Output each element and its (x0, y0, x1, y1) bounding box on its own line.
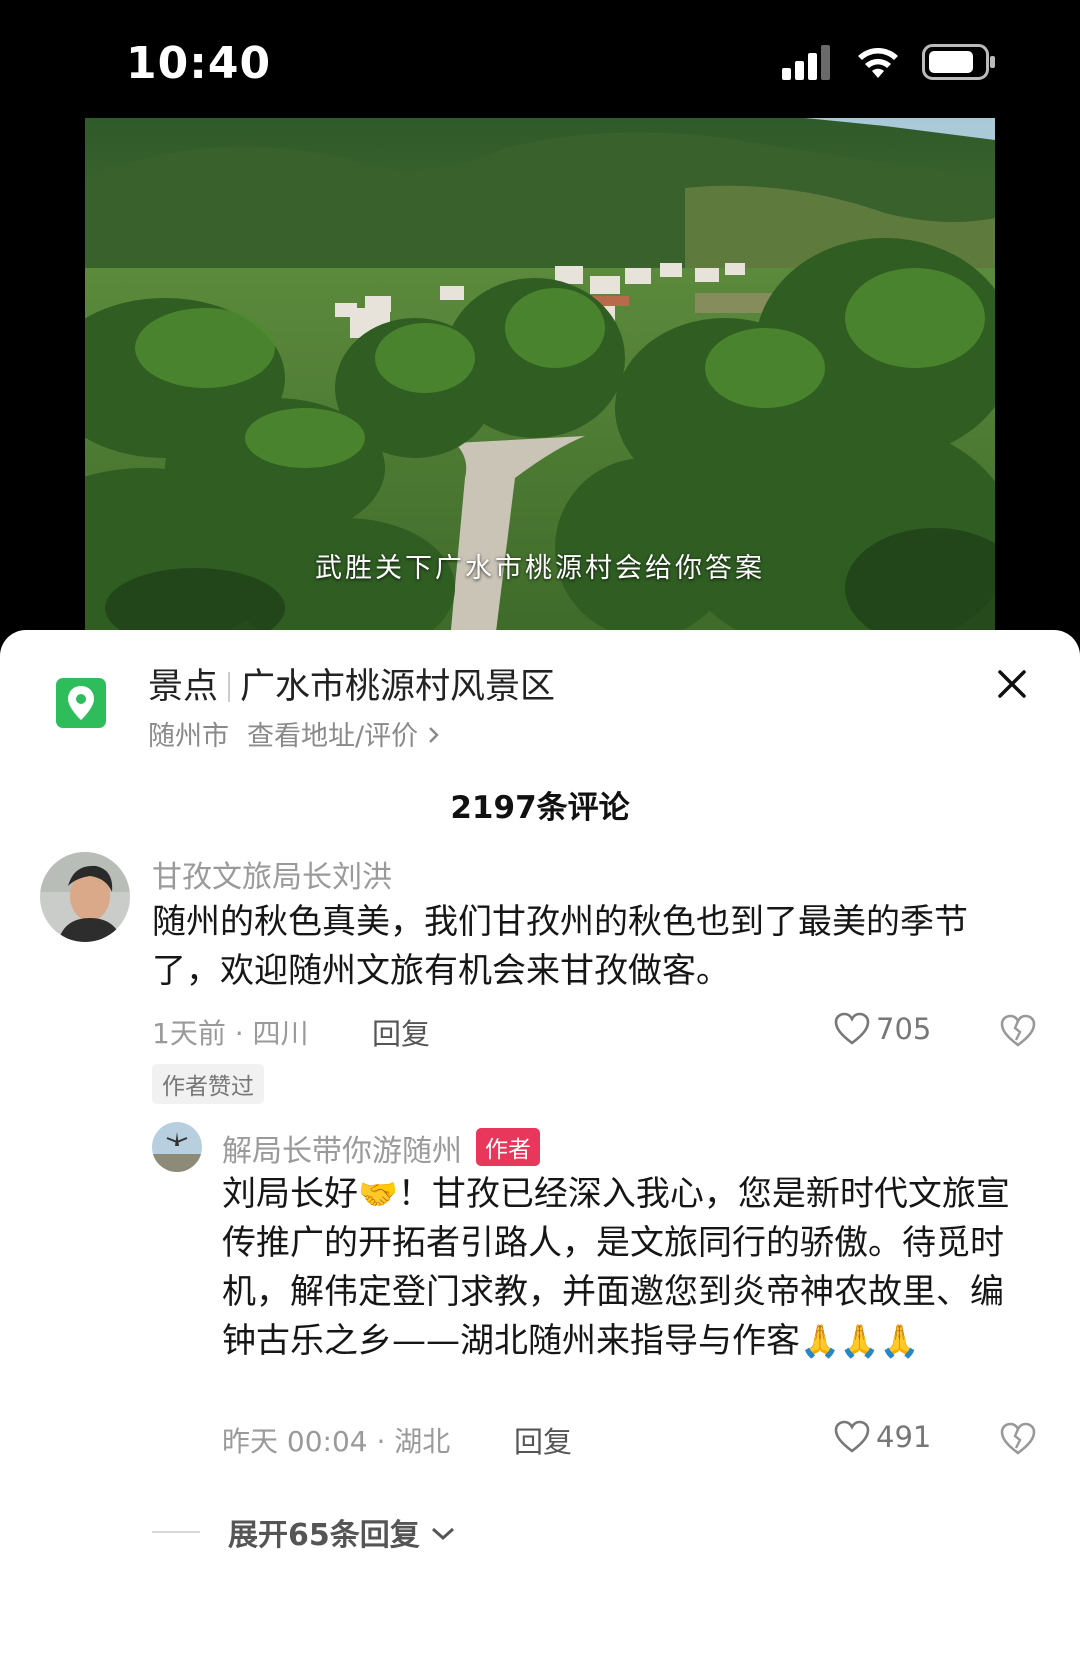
poi-subline: 随州市 查看地址/评价 (148, 714, 441, 753)
reply-author-name[interactable]: 解局长带你游随州 (222, 1134, 462, 1169)
wifi-icon (856, 45, 900, 83)
reply-item: 解局长带你游随州 作者 刘局长好🤝！甘孜已经深入我心，您是新时代文旅宣传推广的开拓… (0, 1118, 1080, 1498)
poi-city: 随州市 (148, 721, 229, 752)
comment-text: 随州的秋色真美，我们甘孜州的秋色也到了最美的季节了，欢迎随州文旅有机会来甘孜做客… (152, 902, 968, 991)
poi-card[interactable]: 景点 广水市桃源村风景区 随州市 查看地址/评价 (0, 630, 1080, 760)
poi-name: 广水市桃源村风景区 (240, 667, 556, 707)
location-pin-icon (56, 678, 106, 728)
avatar[interactable] (152, 1122, 202, 1172)
handshake-emoji: 🤝 (358, 1175, 398, 1213)
comment-sheet: 景点 广水市桃源村风景区 随州市 查看地址/评价 2197条评论 甘孜文旅局长刘… (0, 630, 1080, 1659)
expand-replies-button[interactable]: 展开65条回复 (152, 1510, 456, 1554)
expand-label: 展开65条回复 (228, 1518, 420, 1553)
reply-text: 刘局长好🤝！甘孜已经深入我心，您是新时代文旅宣传推广的开拓者引路人，是文旅同行的… (222, 1170, 1032, 1366)
pray-emoji: 🙏🙏🙏 (800, 1322, 920, 1360)
comment-item: 甘孜文旅局长刘洪 随州的秋色真美，我们甘孜州的秋色也到了最美的季节了，欢迎随州文… (0, 840, 1080, 1104)
heart-icon (834, 1012, 870, 1045)
close-icon (998, 670, 1026, 698)
expand-divider (152, 1531, 200, 1533)
video-subtitle: 武胜关下广水市桃源村会给你答案 (315, 553, 765, 584)
like-button[interactable]: 705 (834, 1012, 931, 1046)
status-time: 10:40 (126, 38, 272, 89)
like-count: 491 (876, 1420, 932, 1454)
reply-button[interactable]: 回复 (514, 1419, 572, 1461)
reply-button[interactable]: 回复 (372, 1011, 430, 1053)
comment-meta: 1天前 · 四川 (152, 1017, 309, 1050)
comment-count: 2197条评论 (450, 790, 630, 826)
poi-category: 景点 (148, 667, 219, 707)
broken-heart-icon (1000, 1014, 1036, 1047)
reply-text-part1: 刘局长好 (222, 1174, 358, 1214)
poi-divider (228, 672, 231, 702)
chevron-down-icon (430, 1515, 456, 1550)
author-liked-badge: 作者赞过 (152, 1064, 264, 1104)
status-bar: 10:40 (0, 0, 1080, 120)
reply-meta: 昨天 00:04 · 湖北 (222, 1425, 451, 1458)
like-button[interactable]: 491 (834, 1420, 931, 1454)
like-count: 705 (876, 1012, 932, 1046)
video-player[interactable]: 武胜关下广水市桃源村会给你答案 (85, 118, 995, 640)
close-button[interactable] (988, 660, 1036, 708)
poi-title: 景点 广水市桃源村风景区 (148, 658, 555, 709)
dislike-button[interactable] (1000, 1422, 1036, 1458)
heart-icon (834, 1420, 870, 1453)
dislike-button[interactable] (1000, 1014, 1036, 1050)
battery-icon (922, 44, 996, 84)
chevron-right-icon (427, 721, 441, 752)
poi-address-link[interactable]: 查看地址/评价 (247, 721, 418, 752)
author-badge: 作者 (476, 1128, 540, 1166)
status-icons (782, 44, 996, 84)
signal-icon (782, 44, 834, 84)
avatar[interactable] (40, 852, 130, 942)
comment-author[interactable]: 甘孜文旅局长刘洪 (152, 852, 392, 896)
broken-heart-icon (1000, 1422, 1036, 1455)
reply-author: 解局长带你游随州 作者 (222, 1126, 540, 1170)
